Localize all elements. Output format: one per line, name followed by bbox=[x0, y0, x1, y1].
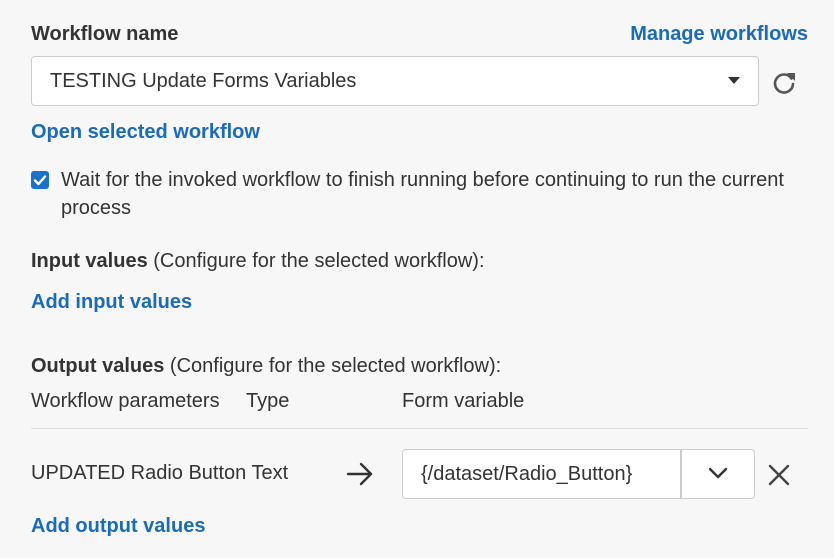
input-values-heading: Input values (Configure for the selected… bbox=[31, 250, 485, 273]
wait-checkbox-label: Wait for the invoked workflow to finish … bbox=[61, 169, 784, 219]
form-variable-input[interactable]: {/dataset/Radio_Button} bbox=[403, 450, 681, 498]
output-values-note: (Configure for the selected workflow): bbox=[169, 355, 502, 377]
caret-down-icon bbox=[728, 77, 740, 84]
add-input-values-link[interactable]: Add input values bbox=[31, 291, 192, 314]
output-values-title: Output values bbox=[31, 355, 165, 377]
output-values-heading: Output values (Configure for the selecte… bbox=[31, 355, 501, 378]
chevron-down-icon bbox=[708, 467, 728, 479]
arrow-right-icon bbox=[345, 461, 375, 487]
remove-output-close-icon[interactable] bbox=[766, 462, 792, 488]
table-divider bbox=[31, 428, 808, 429]
output-parameter-name: UPDATED Radio Button Text bbox=[31, 462, 289, 484]
input-values-note: (Configure for the selected workflow): bbox=[153, 250, 485, 272]
input-values-title: Input values bbox=[31, 250, 148, 272]
wait-checkbox[interactable] bbox=[31, 171, 49, 189]
checkmark-icon bbox=[33, 175, 47, 186]
workflow-select-value: TESTING Update Forms Variables bbox=[50, 70, 357, 92]
open-selected-workflow-link[interactable]: Open selected workflow bbox=[31, 121, 260, 144]
workflow-select[interactable]: TESTING Update Forms Variables bbox=[31, 56, 759, 106]
column-header-form-variable: Form variable bbox=[402, 390, 525, 412]
manage-workflows-link[interactable]: Manage workflows bbox=[630, 23, 808, 46]
column-header-workflow-parameters: Workflow parameters bbox=[31, 390, 220, 412]
form-variable-dropdown-button[interactable] bbox=[682, 450, 754, 498]
add-output-values-link[interactable]: Add output values bbox=[31, 515, 205, 538]
workflow-name-label: Workflow name bbox=[31, 23, 179, 45]
refresh-icon[interactable] bbox=[770, 69, 798, 97]
column-header-type: Type bbox=[246, 390, 290, 412]
form-variable-combobox: {/dataset/Radio_Button} bbox=[402, 449, 755, 499]
